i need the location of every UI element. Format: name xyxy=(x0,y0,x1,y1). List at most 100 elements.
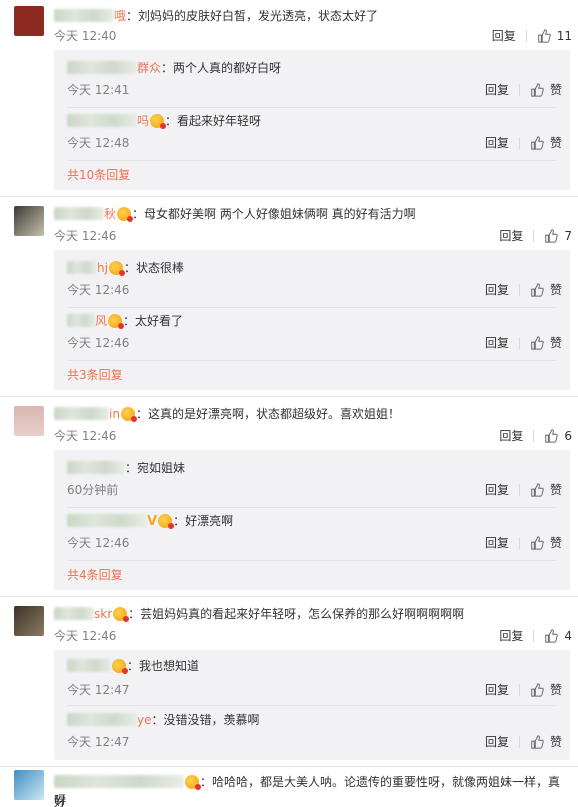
thumbs-up-icon xyxy=(537,29,551,43)
thumbs-up-icon xyxy=(545,229,559,243)
more-replies-link[interactable]: 共10条回复 xyxy=(67,167,130,183)
comment-text-wrap: 呀 xyxy=(54,793,67,807)
comment-actions: 回复 7 xyxy=(499,228,572,244)
username-suffix[interactable]: in xyxy=(109,407,120,421)
vip-badge-icon xyxy=(158,514,175,529)
reply-button[interactable]: 回复 xyxy=(499,428,523,444)
username-suffix[interactable]: 风 xyxy=(95,314,107,328)
thumbs-up-icon xyxy=(531,735,544,749)
thumbs-up-icon xyxy=(531,683,544,697)
more-replies-link[interactable]: 共4条回复 xyxy=(67,567,123,583)
like-button[interactable]: 7 xyxy=(544,228,572,244)
username-suffix[interactable]: skr xyxy=(94,607,112,621)
reply-button[interactable]: 回复 xyxy=(485,135,509,151)
like-button[interactable]: 赞 xyxy=(530,335,562,351)
comment-content: skr ：芸姐妈妈真的看起来好年轻呀，怎么保养的那么好啊啊啊啊啊 xyxy=(54,606,464,622)
reply-actions: 回复 赞 xyxy=(485,135,562,151)
like-button[interactable]: 4 xyxy=(544,628,572,644)
username-suffix[interactable]: 吗 xyxy=(137,114,149,128)
reply-button[interactable]: 回复 xyxy=(485,734,509,750)
username-blurred[interactable] xyxy=(54,775,184,788)
like-button[interactable]: 赞 xyxy=(530,482,562,498)
vip-badge-icon xyxy=(120,407,137,422)
username-suffix[interactable]: 群众 xyxy=(137,61,161,75)
vip-badge-icon xyxy=(108,261,125,276)
praise-label: 赞 xyxy=(549,136,562,150)
praise-label: 赞 xyxy=(549,283,562,297)
avatar[interactable] xyxy=(14,6,44,36)
comment-actions: 回复 11 xyxy=(492,28,572,44)
like-button[interactable]: 赞 xyxy=(530,682,562,698)
more-replies-link[interactable]: 共3条回复 xyxy=(67,367,123,383)
username-suffix[interactable]: 秋 xyxy=(104,207,116,221)
like-button[interactable]: 6 xyxy=(544,428,572,444)
comment-content: 哦：刘妈妈的皮肤好白皙，发光透亮，状态太好了 xyxy=(54,8,378,24)
username-blurred[interactable] xyxy=(54,207,104,220)
reply-time: 今天 12:48 xyxy=(67,136,130,150)
like-button[interactable]: 赞 xyxy=(530,282,562,298)
username-suffix[interactable]: 哦 xyxy=(114,9,126,23)
like-button[interactable]: 赞 xyxy=(530,535,562,551)
username-blurred[interactable] xyxy=(67,314,95,327)
reply-item: hj ：状态很棒 今天 12:46 回复 赞 xyxy=(67,261,562,298)
reply-text: 好漂亮啊 xyxy=(185,514,234,528)
like-button[interactable]: 赞 xyxy=(530,82,562,98)
verified-v-badge: V xyxy=(147,514,158,529)
thumbs-up-icon xyxy=(531,83,544,97)
comment-text: 刘妈妈的皮肤好白皙，发光透亮，状态太好了 xyxy=(138,9,379,23)
thumbs-up-icon xyxy=(545,429,559,443)
comment-actions: 回复 4 xyxy=(499,628,572,644)
comment-content: ：哈哈哈，都是大美人呐。论遗传的重要性呀，就像两姐妹一样，真好 xyxy=(54,775,561,807)
reply-item: ye：没错没错，羡慕啊 今天 12:47 回复 赞 xyxy=(67,713,562,750)
like-button[interactable]: 赞 xyxy=(530,135,562,151)
thumbs-up-icon xyxy=(531,536,544,550)
reply-text: 两个人真的都好白呀 xyxy=(173,61,282,75)
praise-label: 赞 xyxy=(549,683,562,697)
username-blurred[interactable] xyxy=(54,407,109,420)
reply-box: ：宛如姐妹 60分钟前 回复 赞 V ：好漂亮啊 今天 12:46 回复 赞 共4… xyxy=(54,450,570,590)
username-suffix[interactable]: ye xyxy=(137,713,151,727)
reply-button[interactable]: 回复 xyxy=(485,535,509,551)
username-blurred[interactable] xyxy=(67,114,137,127)
reply-time: 60分钟前 xyxy=(67,483,119,497)
reply-button[interactable]: 回复 xyxy=(485,282,509,298)
reply-button[interactable]: 回复 xyxy=(499,628,523,644)
thumbs-up-icon xyxy=(531,283,544,297)
reply-button[interactable]: 回复 xyxy=(492,28,516,44)
like-button[interactable]: 赞 xyxy=(530,734,562,750)
reply-item: V ：好漂亮啊 今天 12:46 回复 赞 xyxy=(67,514,562,551)
avatar[interactable] xyxy=(14,770,44,800)
avatar[interactable] xyxy=(14,206,44,236)
reply-item: ：我也想知道 今天 12:47 回复 赞 xyxy=(67,659,562,698)
username-blurred[interactable] xyxy=(67,261,97,274)
reply-button[interactable]: 回复 xyxy=(485,82,509,98)
reply-button[interactable]: 回复 xyxy=(485,482,509,498)
reply-button[interactable]: 回复 xyxy=(485,335,509,351)
vip-badge-icon xyxy=(150,114,167,129)
username-blurred[interactable] xyxy=(54,607,94,620)
thumbs-up-icon xyxy=(531,483,544,497)
vip-badge-icon xyxy=(117,207,134,222)
username-suffix[interactable]: hj xyxy=(97,261,108,275)
like-button[interactable]: 11 xyxy=(537,28,572,44)
vip-badge-icon xyxy=(108,314,125,329)
username-blurred[interactable] xyxy=(67,659,111,672)
username-blurred[interactable] xyxy=(67,61,137,74)
reply-text: 宛如姐妹 xyxy=(137,461,186,475)
reply-time: 今天 12:46 xyxy=(67,336,130,350)
username-blurred[interactable] xyxy=(67,713,137,726)
reply-item: 群众：两个人真的都好白呀 今天 12:41 回复 赞 xyxy=(67,61,562,98)
avatar[interactable] xyxy=(14,606,44,636)
reply-button[interactable]: 回复 xyxy=(499,228,523,244)
reply-text: 状态很棒 xyxy=(135,261,184,275)
avatar[interactable] xyxy=(14,406,44,436)
reply-button[interactable]: 回复 xyxy=(485,682,509,698)
reply-actions: 回复 赞 xyxy=(485,682,562,698)
reply-text: 没错没错，羡慕啊 xyxy=(163,713,260,727)
comment-time: 今天 12:46 xyxy=(54,229,117,243)
reply-time: 今天 12:46 xyxy=(67,283,130,297)
vip-badge-icon xyxy=(112,659,128,674)
username-blurred[interactable] xyxy=(67,461,125,474)
username-blurred[interactable] xyxy=(67,514,147,527)
username-blurred[interactable] xyxy=(54,9,114,22)
